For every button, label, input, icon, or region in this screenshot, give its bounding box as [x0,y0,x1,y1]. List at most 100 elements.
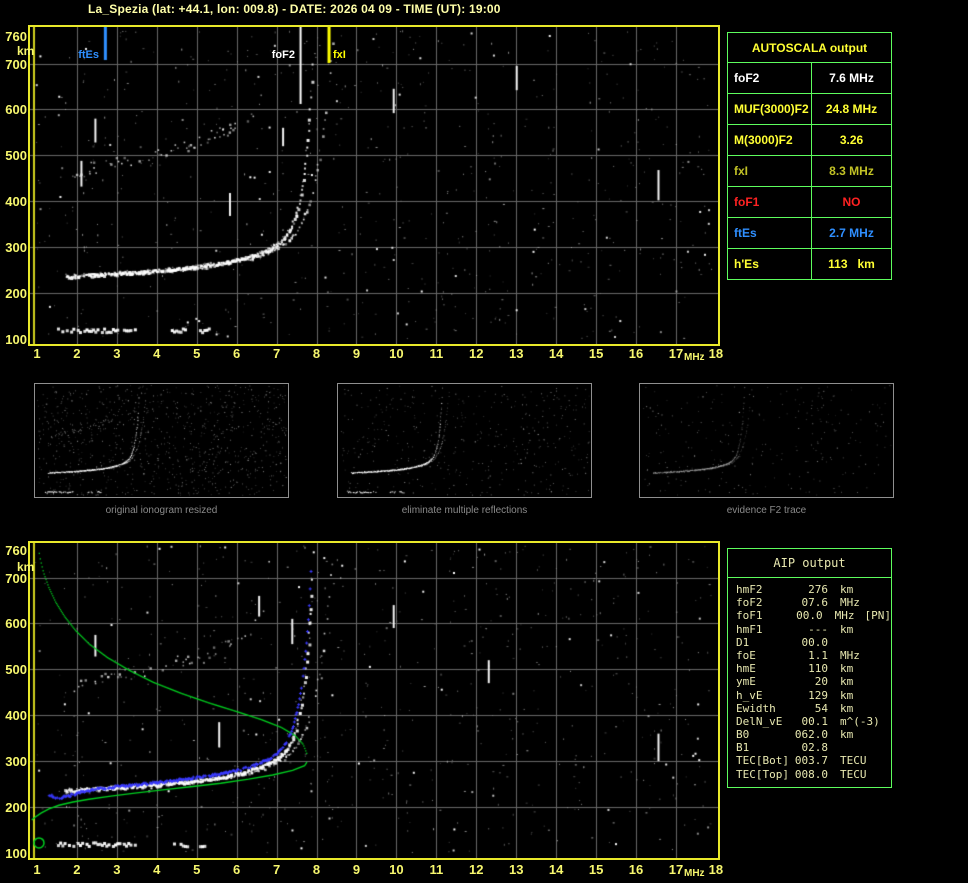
x-axis-unit-label: MHz [684,352,705,363]
x-tick-label: 11 [429,346,444,361]
x-tick-label: 5 [193,346,201,361]
aip-row-hve: h_vE 129 km [736,688,854,702]
y-tick-label: 300 [5,754,27,770]
x-tick-label: 13 [508,862,524,877]
x-tick-label: 10 [389,862,404,877]
x-tick-label: 11 [429,862,444,877]
ftes-marker-label: ftEs [78,49,99,61]
x-tick-label: 16 [628,346,644,361]
y-tick-label: 100 [5,846,27,861]
x-tick-label: 14 [548,346,564,361]
aip-row-tecbot: TEC[Bot] 003.7 TECU [736,754,867,768]
x-tick-label: 16 [628,862,644,877]
thumbnail-caption: evidence F2 trace [726,505,807,516]
autoscala-table-title: AUTOSCALA output [751,40,868,55]
table-row-m3000f2: M(3000)F2 3.26 [728,124,891,155]
y-tick-label: 760 [5,542,27,558]
x-tick-label: 12 [469,862,484,877]
x-tick-label: 10 [389,346,404,361]
x-tick-label: 8 [312,346,321,361]
x-tick-label: 14 [548,862,564,877]
param-label: ftEs [728,218,812,248]
aip-row-hme: hmE 110 km [736,662,854,676]
x-tick-label: 2 [73,346,81,361]
table-row-fof2: foF2 7.6 MHz [728,62,891,93]
x-tick-label: 9 [352,346,361,361]
y-axis-unit-label: km [17,44,35,58]
x-tick-label: 12 [469,346,484,361]
fof2-marker-label: foF2 [271,49,295,61]
table-row-muf3000f2: MUF(3000)F2 24.8 MHz [728,93,891,124]
page-title: La_Spezia (lat: +44.1, lon: 009.8) - DAT… [88,2,501,16]
param-value: 2.7 MHz [829,226,874,240]
x-tick-label: 8 [312,862,321,877]
param-value: 8.3 MHz [829,164,874,178]
aip-row-d1: D1 00.0 [736,635,828,649]
aip-row-foe: foE 1.1 MHz [736,648,860,662]
x-tick-label: 3 [113,862,121,877]
table-row-fof1: foF1 NO [728,186,891,217]
y-tick-label: 200 [5,800,27,816]
aip-row-tectop: TEC[Top] 008.0 TECU [736,767,867,781]
y-tick-label: 760 [5,28,27,44]
param-value: 24.8 MHz [825,102,878,116]
aip-row-hmf2: hmF2 276 km [736,583,854,596]
param-label: MUF(3000)F2 [728,94,812,124]
y-tick-label: 400 [5,708,27,724]
main-ionogram-canvas [28,25,720,346]
x-tick-label: 4 [153,862,161,877]
x-tick-label: 7 [272,862,281,877]
x-tick-label: 6 [233,862,241,877]
x-tick-label: 18 [708,862,724,877]
thumbnail-evidence-f2-trace [639,383,894,498]
aip-row-b1: B1 02.8 [736,741,828,755]
aip-table-title: AIP output [728,549,891,578]
y-tick-label: 400 [5,194,27,210]
aip-row-b0: B0 062.0 km [736,728,854,742]
thumbnail-caption: original ionogram resized [105,505,218,516]
y-tick-label: 700 [5,56,27,72]
x-tick-label: 15 [588,346,604,361]
param-value: 3.26 [839,133,864,147]
x-tick-label: 7 [272,346,281,361]
param-label: h'Es [728,249,812,279]
table-row-fxi: fxI 8.3 MHz [728,155,891,186]
y-tick-label: 500 [5,148,27,164]
x-tick-label: 1 [33,346,41,361]
x-tick-label: 4 [153,346,161,361]
x-tick-label: 1 [33,862,41,877]
table-row-hes: h'Es 113 km [728,248,891,279]
fxi-marker-label: fxI [333,49,346,61]
aip-ionogram-canvas [28,541,720,860]
param-value: NO [842,195,861,209]
param-value: 7.6 MHz [829,71,874,85]
aip-row-fof2: foF2 07.6 MHz [736,596,860,610]
param-label: M(3000)F2 [728,125,812,155]
aip-output-table: AIP output hmF2 276 km foF2 07.6 MHz foF1 00.… [727,548,892,788]
y-axis-unit-label: km [17,560,35,574]
x-tick-label: 2 [73,862,81,877]
param-label: foF2 [728,63,812,93]
y-tick-label: 500 [5,662,27,678]
autoscala-output-table: AUTOSCALA output foF2 7.6 MHz MUF(3000)F… [727,32,892,280]
y-tick-label: 600 [5,102,27,118]
y-tick-label: 200 [5,286,27,302]
x-axis-unit-label: MHz [684,868,705,879]
x-tick-label: 6 [233,346,241,361]
table-row-ftes: ftEs 2.7 MHz [728,217,891,248]
param-value: 113 km [828,257,875,271]
aip-row-yme: ymE 20 km [736,675,854,689]
x-tick-label: 15 [588,862,604,877]
aip-row-hmf1: hmF1 --- km [736,622,854,636]
param-label: foF1 [728,187,812,217]
x-tick-label: 3 [113,346,121,361]
thumbnail-eliminate-reflections [337,383,592,498]
y-tick-label: 600 [5,616,27,632]
x-tick-label: 13 [508,346,524,361]
y-tick-label: 300 [5,240,27,256]
x-tick-label: 18 [708,346,724,361]
param-label: fxI [728,156,812,186]
aip-table-body: hmF2 276 km foF2 07.6 MHz foF1 00.0 MHz [PN] hm… [728,578,891,787]
aip-row-ewidth: Ewidth 54 km [736,701,854,715]
y-tick-label: 100 [5,332,27,347]
